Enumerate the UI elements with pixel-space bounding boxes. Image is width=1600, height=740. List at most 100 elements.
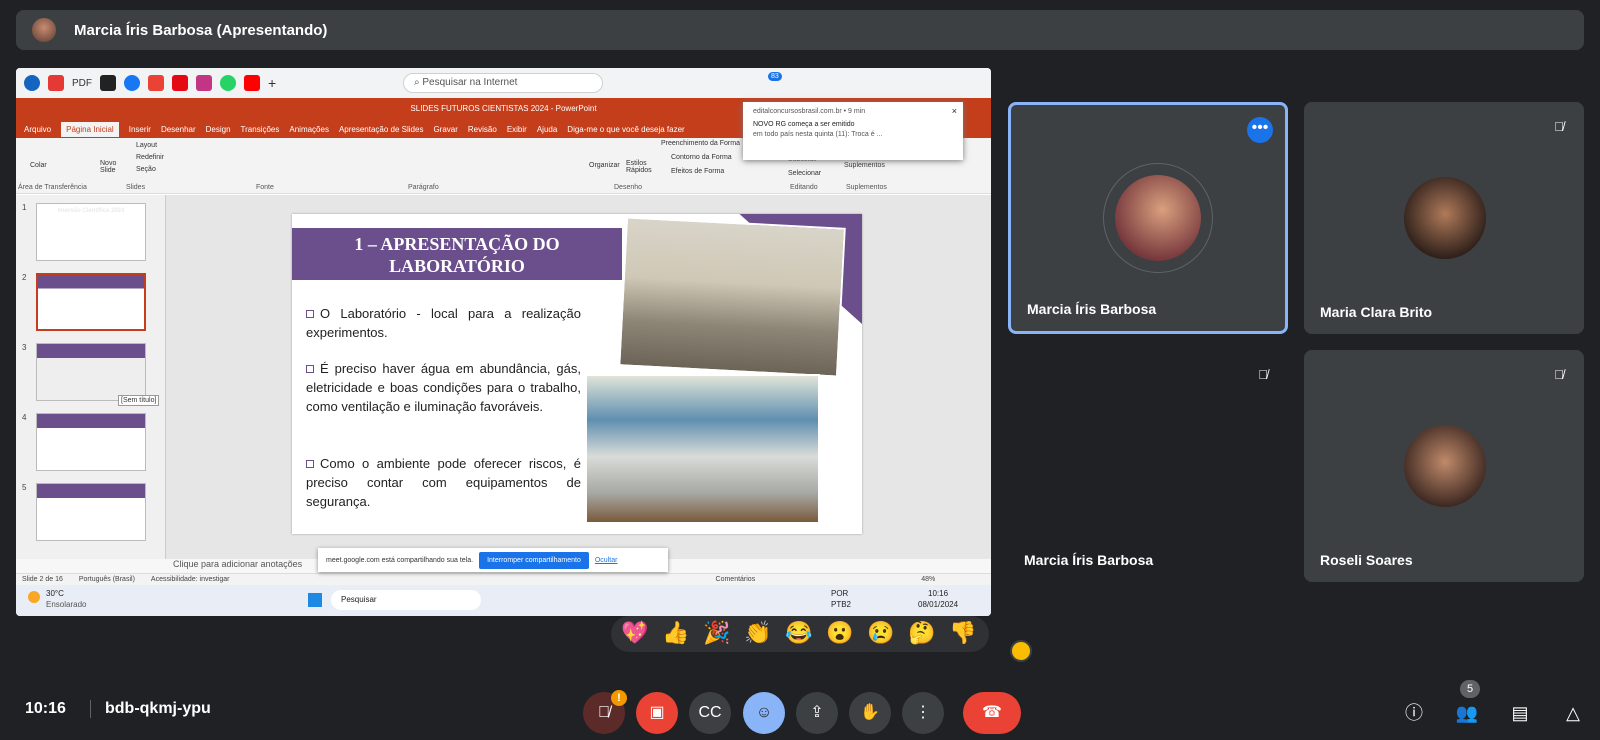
tab-design[interactable]: Design (206, 125, 231, 134)
tab-exibir[interactable]: Exibir (507, 125, 527, 134)
novo-slide-button[interactable]: Novo Slide (100, 160, 128, 174)
extensions-badge[interactable]: 83 (768, 72, 782, 81)
present-button[interactable]: ⇪ (796, 692, 838, 734)
browser-logo-icon[interactable] (24, 75, 40, 91)
slide-thumb-1[interactable]: Imersão Científica 2024 (36, 203, 146, 261)
redefinir-button[interactable]: Redefinir (136, 154, 164, 161)
skin-tone-icon[interactable] (1010, 640, 1032, 662)
amazon-icon[interactable] (100, 75, 116, 91)
group-editando: Editando (790, 184, 818, 191)
organizar-button[interactable]: Organizar (589, 162, 620, 169)
more-options-icon[interactable]: ••• (1247, 117, 1273, 143)
participant-avatar (1115, 175, 1201, 261)
group-suplementos: Suplementos (846, 184, 887, 191)
pdf-label[interactable]: PDF (72, 78, 92, 89)
slide-thumb-3[interactable] (36, 343, 146, 401)
accessibility-status[interactable]: Acessibilidade: investigar (151, 576, 230, 583)
participant-tile-3[interactable]: 🎙̸ Marcia Íris Barbosa (1008, 350, 1288, 582)
tab-revisao[interactable]: Revisão (468, 125, 497, 134)
tab-ajuda[interactable]: Ajuda (537, 125, 557, 134)
tab-transicoes[interactable]: Transições (241, 125, 280, 134)
stop-sharing-button[interactable]: Interromper compartilhamento (479, 551, 589, 569)
participant-name: Maria Clara Brito (1320, 304, 1433, 320)
current-slide[interactable]: 1 – APRESENTAÇÃO DO LABORATÓRIO O Labora… (292, 214, 862, 534)
tab-desenhar[interactable]: Desenhar (161, 125, 196, 134)
taskbar-search[interactable]: Pesquisar (331, 590, 481, 610)
reaction-laugh[interactable]: 😂 (780, 616, 818, 650)
meeting-info-icon[interactable]: ⓘ (1397, 696, 1431, 730)
participant-tile-1[interactable]: ••• Marcia Íris Barbosa (1008, 102, 1288, 334)
slide-thumbnails: 1 Imersão Científica 2024 2 3 [Sem títul… (16, 195, 166, 559)
slide-thumb-2[interactable] (36, 273, 146, 331)
reaction-thinking[interactable]: 🤔 (903, 616, 941, 650)
slide-bullet-1: O Laboratório - local para a realização … (306, 304, 581, 342)
raise-hand-button[interactable]: ✋ (849, 692, 891, 734)
reaction-thumbs-down[interactable]: 👎 (944, 616, 982, 650)
slide-thumb-4[interactable] (36, 413, 146, 471)
new-tab-icon[interactable]: + (268, 75, 276, 91)
tab-arquivo[interactable]: Arquivo (24, 125, 51, 134)
estilos-button[interactable]: Estilos Rápidos (626, 160, 656, 174)
suplementos-button[interactable]: Suplementos (844, 162, 885, 169)
tab-animacoes[interactable]: Animações (289, 125, 329, 134)
instagram-icon[interactable] (196, 75, 212, 91)
tab-pagina-inicial[interactable]: Página Inicial (61, 121, 119, 137)
participant-avatar (1404, 425, 1486, 507)
keyboard-lang[interactable]: POR (831, 589, 848, 598)
language-status[interactable]: Português (Brasil) (79, 576, 135, 583)
more-options-button[interactable]: ⋮ (902, 692, 944, 734)
reaction-party[interactable]: 🎉 (698, 616, 736, 650)
browser-notification[interactable]: editalconcursosbrasil.com.br • 9 min NOV… (743, 102, 963, 160)
netflix-icon[interactable] (172, 75, 188, 91)
reaction-heart[interactable]: 💖 (616, 616, 654, 650)
browser-search[interactable]: ⌕ Pesquisar na Internet (403, 73, 603, 93)
hide-banner-link[interactable]: Ocultar (595, 557, 618, 564)
windows-start-icon[interactable] (308, 593, 322, 607)
reaction-surprised[interactable]: 😮 (821, 616, 859, 650)
tab-inserir[interactable]: Inserir (129, 125, 151, 134)
close-icon[interactable]: × (952, 106, 957, 116)
facebook-icon[interactable] (124, 75, 140, 91)
preenchimento-button[interactable]: Preenchimento da Forma (661, 140, 740, 147)
slide-thumb-5[interactable] (36, 483, 146, 541)
secao-button[interactable]: Seção (136, 166, 156, 173)
tab-gravar[interactable]: Gravar (433, 125, 457, 134)
weather-temp[interactable]: 30°C (46, 589, 64, 598)
youtube-icon[interactable] (244, 75, 260, 91)
bullet-square-icon (306, 460, 314, 468)
reaction-thumbs-up[interactable]: 👍 (657, 616, 695, 650)
emoji-reactions-button[interactable]: ☺ (743, 692, 785, 734)
reaction-clap[interactable]: 👏 (739, 616, 777, 650)
contorno-button[interactable]: Contorno da Forma (671, 154, 732, 161)
thumb-number: 5 (22, 483, 27, 492)
comments-button[interactable]: Comentários (716, 576, 756, 583)
participant-tile-2[interactable]: 🎙̸ Maria Clara Brito (1304, 102, 1584, 334)
gmail-icon[interactable] (148, 75, 164, 91)
efeitos-button[interactable]: Efeitos de Forma (671, 168, 724, 175)
chat-icon[interactable]: ▤ (1503, 696, 1537, 730)
participant-name: Marcia Íris Barbosa (1024, 552, 1154, 568)
meeting-code[interactable]: bdb-qkmj-ypu (90, 700, 211, 718)
whatsapp-icon[interactable] (220, 75, 236, 91)
group-desenho: Desenho (614, 184, 643, 191)
notif-headline: NOVO RG começa a ser emitido (753, 121, 855, 128)
people-icon[interactable]: 👥 (1450, 696, 1484, 730)
activities-icon[interactable]: △ (1556, 696, 1590, 730)
thumb-number: 3 (22, 343, 27, 352)
tell-me-search[interactable]: Diga-me o que você deseja fazer (567, 125, 684, 134)
reaction-sad[interactable]: 😢 (862, 616, 900, 650)
captions-button[interactable]: CC (689, 692, 731, 734)
bullet-text: O Laboratório - local para a realização … (306, 306, 581, 340)
zoom-level[interactable]: 48% (921, 576, 935, 583)
layout-button[interactable]: Layout (136, 142, 157, 149)
selecionar-button[interactable]: Selecionar (788, 170, 821, 177)
colar-button[interactable]: Colar (30, 162, 47, 169)
taskbar-time[interactable]: 10:16 (928, 589, 948, 598)
camera-off-button[interactable]: ▣ (636, 692, 678, 734)
pdf-icon[interactable] (48, 75, 64, 91)
tab-apresentacao[interactable]: Apresentação de Slides (339, 125, 424, 134)
participant-tile-4[interactable]: 🎙̸ Roseli Soares (1304, 350, 1584, 582)
participant-name: Marcia Íris Barbosa (1027, 301, 1157, 317)
presenter-avatar (32, 18, 56, 42)
end-call-button[interactable]: ☎ (963, 692, 1021, 734)
